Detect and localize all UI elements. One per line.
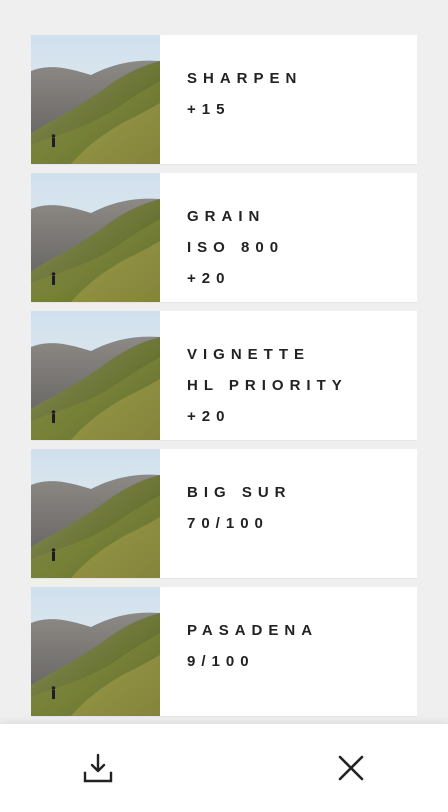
adjustment-value: 9/100 bbox=[187, 653, 255, 670]
bottom-toolbar bbox=[0, 724, 448, 812]
adjustment-card-big-sur[interactable]: BIG SUR 70/100 bbox=[31, 449, 417, 578]
adjustment-info: PASADENA 9/100 bbox=[160, 587, 318, 716]
adjustment-card-sharpen[interactable]: SHARPEN +15 bbox=[31, 35, 417, 164]
adjustment-setting: ISO 800 bbox=[187, 239, 285, 256]
adjustment-value: 70/100 bbox=[187, 515, 269, 532]
close-button[interactable] bbox=[329, 746, 373, 790]
adjustment-value: +15 bbox=[187, 101, 231, 118]
adjustment-name: BIG SUR bbox=[187, 484, 292, 501]
adjustment-value: +20 bbox=[187, 270, 231, 287]
adjustment-info: SHARPEN +15 bbox=[160, 35, 302, 164]
adjustment-setting: HL PRIORITY bbox=[187, 377, 348, 394]
adjustment-name: VIGNETTE bbox=[187, 346, 311, 363]
photo-thumbnail bbox=[31, 587, 160, 716]
adjustment-info: VIGNETTE HL PRIORITY +20 bbox=[160, 311, 348, 440]
adjustment-card-vignette[interactable]: VIGNETTE HL PRIORITY +20 bbox=[31, 311, 417, 440]
adjustment-name: PASADENA bbox=[187, 622, 319, 639]
adjustment-card-grain[interactable]: GRAIN ISO 800 +20 bbox=[31, 173, 417, 302]
close-icon bbox=[338, 755, 364, 781]
download-icon bbox=[83, 753, 113, 783]
adjustment-value: +20 bbox=[187, 408, 231, 425]
adjustment-name: GRAIN bbox=[187, 208, 266, 225]
adjustment-list: SHARPEN +15 GRAIN ISO 800 +20 VIGNETTE H… bbox=[0, 0, 448, 724]
download-button[interactable] bbox=[76, 746, 120, 790]
adjustment-info: BIG SUR 70/100 bbox=[160, 449, 292, 578]
photo-thumbnail bbox=[31, 35, 160, 164]
photo-thumbnail bbox=[31, 173, 160, 302]
adjustment-name: SHARPEN bbox=[187, 70, 303, 87]
photo-thumbnail bbox=[31, 311, 160, 440]
adjustment-info: GRAIN ISO 800 +20 bbox=[160, 173, 284, 302]
photo-thumbnail bbox=[31, 449, 160, 578]
adjustment-card-pasadena[interactable]: PASADENA 9/100 bbox=[31, 587, 417, 716]
